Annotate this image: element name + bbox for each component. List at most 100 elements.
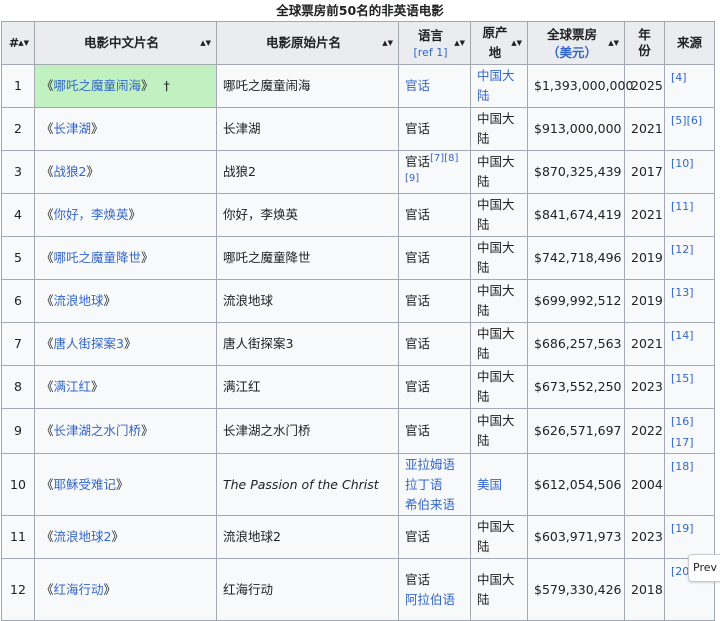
language-value: 官话 [405,121,431,136]
film-title-link[interactable]: 耶稣受难记 [54,477,117,492]
col-header-source: 来源 [664,21,715,65]
citation-link[interactable]: [11] [671,200,694,213]
language-value[interactable]: 拉丁语 [405,475,464,495]
gross-cell: $612,054,506 [527,453,625,516]
citation-link[interactable]: [19] [671,522,694,535]
source-cell: [4] [664,64,715,108]
cn-title-cell: 《哪吒之魔童闹海》 † [34,64,217,108]
film-title-link[interactable]: 满江红 [54,379,92,394]
orig-title-cell: The Passion of the Christ [216,453,399,516]
film-title-link[interactable]: 唐人街探案3 [54,336,124,351]
box-office-table: # ▲▼ 电影中文片名 ▲▼ 电影原始片名 ▲▼ 语言 [ref 1] ▲▼ 原… [1,21,715,621]
orig-title-cell: 你好，李焕英 [216,193,399,237]
citation-link[interactable]: [4] [671,71,687,84]
language-cell: 亚拉姆语 拉丁语 希伯来语 [398,453,471,516]
film-title-link[interactable]: 哪吒之魔童降世 [54,250,142,265]
year-cell: 2017 [624,150,665,194]
year-cell: 2023 [624,515,665,559]
language-cell: 官话 [398,408,471,454]
language-value[interactable]: 官话 [405,76,464,96]
col-header-cn-title[interactable]: 电影中文片名 ▲▼ [34,21,217,65]
gross-cell: $699,992,512 [527,279,625,323]
cn-title-cell: 《流浪地球》 [34,279,217,323]
orig-title-cell: 流浪地球 [216,279,399,323]
cn-title-cell: 《战狼2》 [34,150,217,194]
citation-link[interactable]: [14] [671,329,694,342]
film-title-link[interactable]: 长津湖之水门桥 [54,423,142,438]
language-cell: 官话 [398,322,471,366]
orig-title-cell: 长津湖 [216,107,399,151]
table-row: 6 《流浪地球》 流浪地球 官话 中国大陆 $699,992,512 2019 [13] [1,279,715,323]
year-cell: 2022 [624,408,665,454]
rank-cell: 2 [1,107,35,151]
film-title-link[interactable]: 哪吒之魔童闹海 [54,78,142,93]
citation-link[interactable]: [13] [671,286,694,299]
language-value: 官话 [405,379,431,394]
table-row: 7 《唐人街探案3》 唐人街探案3 官话 中国大陆 $686,257,563 2021 [14… [1,322,715,366]
citation-link[interactable]: [18] [671,460,694,473]
language-value[interactable]: 希伯来语 [405,495,464,515]
rank-cell: 4 [1,193,35,237]
rank-cell: 8 [1,365,35,409]
year-cell: 2019 [624,236,665,280]
sort-icon: ▲▼ [454,39,465,47]
film-title-link[interactable]: 你好，李焕英 [54,207,129,222]
gross-cell: $626,571,697 [527,408,625,454]
origin-cell: 中国大陆 [470,236,528,280]
year-cell: 2025 [624,64,665,108]
table-row: 4 《你好，李焕英》 你好，李焕英 官话 中国大陆 $841,674,419 2021 [11… [1,193,715,237]
language-cell: 官话[7][8][9] [398,150,471,194]
language-cell: 官话 [398,107,471,151]
source-cell: [19] [664,515,715,559]
film-title-link[interactable]: 战狼2 [54,164,87,179]
citation-link[interactable]: [5][6] [671,114,702,127]
col-header-gross[interactable]: 全球票房 （美元） ▲▼ [527,21,625,65]
origin-cell: 中国大陆 [470,515,528,559]
gross-cell: $1,393,000,000 [527,64,633,108]
language-cell: 官话 [398,279,471,323]
rank-cell: 11 [1,515,35,559]
language-ref-link[interactable]: [ref 1] [405,46,456,60]
table-row: 8 《满江红》 满江红 官话 中国大陆 $673,552,250 2023 [15] [1,365,715,409]
gross-cell: $742,718,496 [527,236,625,280]
citation-link[interactable]: [16][17] [671,415,694,449]
col-header-rank[interactable]: # ▲▼ [1,21,35,65]
sort-icon: ▲▼ [608,39,619,47]
film-title-link[interactable]: 长津湖 [54,121,92,136]
language-value: 官话 [405,571,431,587]
film-title-link[interactable]: 红海行动 [54,582,104,597]
table-row: 3 《战狼2》 战狼2 官话[7][8][9] 中国大陆 $870,325,439 2017… [1,150,715,194]
citation-link[interactable]: [12] [671,243,694,256]
language-value[interactable]: 亚拉姆语 [405,455,464,475]
rank-cell: 3 [1,150,35,194]
language-value: 官话 [405,293,431,308]
table-row: 1 《哪吒之魔童闹海》 † 哪吒之魔童闹海 官话 中国大陆 $1,393,000,000 20… [1,64,715,108]
origin-cell[interactable]: 中国大陆 [470,64,528,108]
source-cell: [14] [664,322,715,366]
table-row: 2 《长津湖》 长津湖 官话 中国大陆 $913,000,000 2021 [5][6] [1,107,715,151]
usd-link[interactable]: （美元） [547,45,597,60]
cn-title-cell: 《流浪地球2》 [34,515,217,559]
source-cell: [12] [664,236,715,280]
film-title-link[interactable]: 流浪地球2 [54,529,112,544]
origin-cell: 中国大陆 [470,193,528,237]
citation-link[interactable]: [10] [671,157,694,170]
gross-cell: $603,971,973 [527,515,625,559]
col-header-orig-title[interactable]: 电影原始片名 ▲▼ [216,21,399,65]
orig-title-cell: 哪吒之魔童闹海 [216,64,399,108]
language-value[interactable]: 阿拉伯语 [405,590,464,610]
language-value: 官话 [405,423,431,438]
origin-cell[interactable]: 美国 [470,453,528,516]
citation-link[interactable]: [15] [671,372,694,385]
gross-cell: $870,325,439 [527,150,625,194]
cn-title-cell: 《满江红》 [34,365,217,409]
cn-title-cell: 《哪吒之魔童降世》 [34,236,217,280]
year-cell: 2021 [624,107,665,151]
col-header-language[interactable]: 语言 [ref 1] ▲▼ [398,21,471,65]
col-header-origin[interactable]: 原产地 ▲▼ [470,21,528,65]
language-value: 官话 [405,336,431,351]
film-title-link[interactable]: 流浪地球 [54,293,104,308]
col-header-year[interactable]: 年 份 [624,21,665,65]
preview-tab[interactable]: Prev [688,554,720,582]
orig-title-cell: 战狼2 [216,150,399,194]
